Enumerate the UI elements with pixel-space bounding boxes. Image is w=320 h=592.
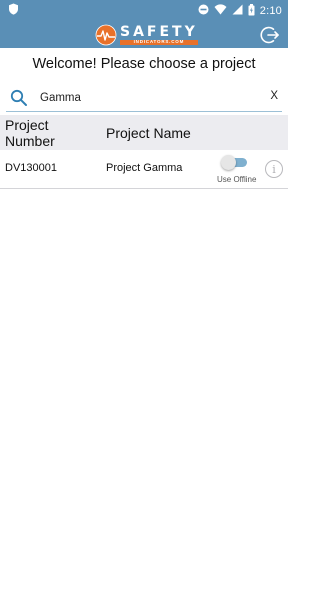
- battery-icon: [248, 3, 255, 19]
- search-icon: [10, 89, 27, 106]
- table-header: Project Number Project Name: [0, 115, 288, 150]
- clear-search-button[interactable]: X: [270, 90, 278, 102]
- do-not-disturb-icon: [198, 4, 209, 18]
- app-header: SAFETY INDICATORS.COM: [0, 22, 288, 48]
- brand-subtitle: INDICATORS.COM: [120, 40, 198, 46]
- search-bar: X: [6, 84, 282, 112]
- project-number-cell: DV130001: [5, 162, 57, 174]
- status-time: 2:10: [259, 5, 282, 17]
- app-logo: SAFETY INDICATORS.COM: [95, 24, 198, 46]
- logout-icon: [260, 26, 279, 44]
- column-header-project-name: Project Name: [106, 125, 191, 141]
- brand-name: SAFETY: [120, 23, 198, 40]
- info-button[interactable]: i: [265, 160, 283, 178]
- wifi-icon: [214, 4, 227, 18]
- logo-mark-icon: [95, 24, 117, 46]
- toggle-thumb: [221, 155, 236, 170]
- welcome-heading: Welcome! Please choose a project: [32, 56, 256, 72]
- table-row[interactable]: DV130001 Project Gamma Use Offline i: [0, 150, 288, 189]
- column-header-project-number: Project Number: [5, 117, 55, 149]
- search-input[interactable]: [40, 91, 250, 104]
- info-icon: i: [272, 162, 276, 176]
- status-bar: 2:10: [0, 0, 288, 22]
- use-offline-label: Use Offline: [217, 175, 257, 184]
- cell-signal-icon: [232, 4, 243, 18]
- use-offline-toggle[interactable]: [221, 155, 247, 170]
- logout-button[interactable]: [260, 25, 280, 45]
- project-name-cell: Project Gamma: [106, 162, 183, 174]
- shield-icon: [8, 2, 19, 20]
